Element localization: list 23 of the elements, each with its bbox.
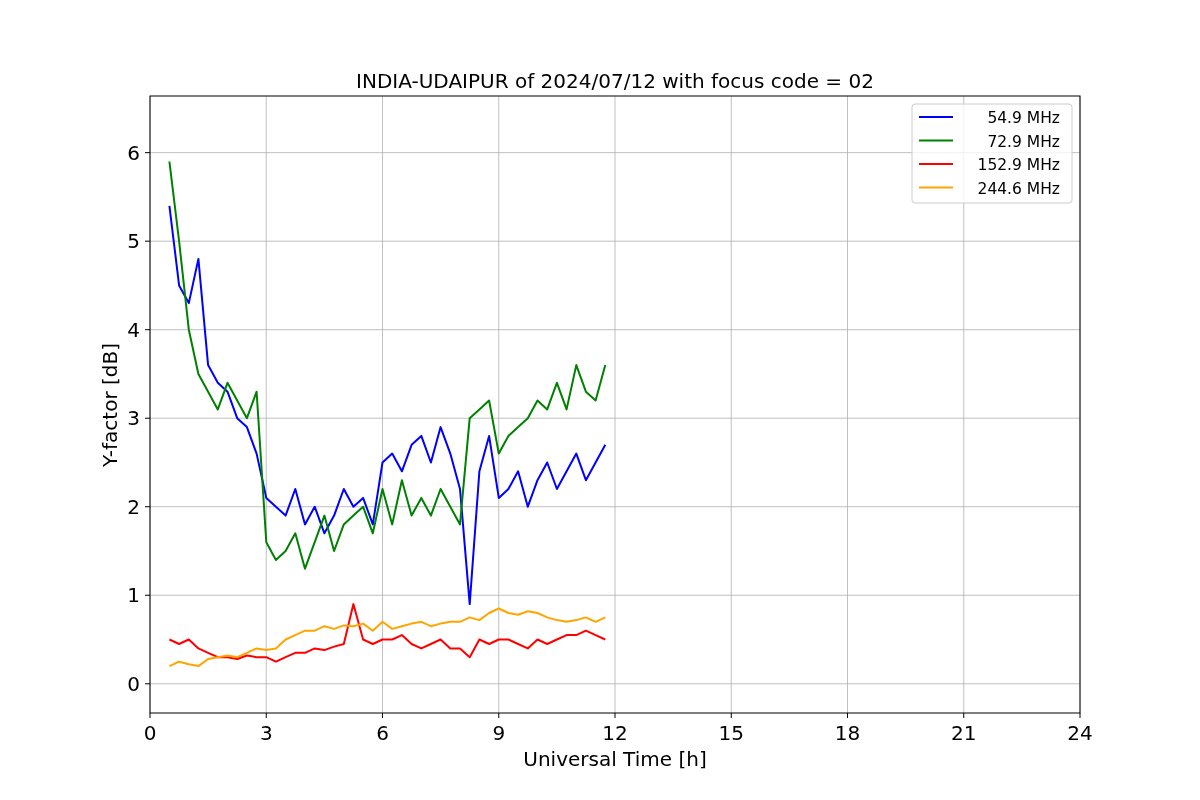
y-tick-label: 2 — [127, 494, 140, 519]
x-tick-label: 0 — [143, 721, 157, 745]
legend-label: 72.9 MHz — [987, 132, 1060, 151]
y-tick-label: 1 — [127, 583, 140, 608]
y-tick-label: 0 — [127, 671, 140, 696]
legend-label: 54.9 MHz — [987, 109, 1060, 127]
x-tick-label: 18 — [834, 721, 861, 745]
x-tick-label: 9 — [492, 721, 506, 745]
x-tick-label: 6 — [376, 721, 389, 745]
y-tick-label: 5 — [127, 229, 140, 254]
x-tick-label: 12 — [602, 721, 628, 745]
legend-label: 152.9 MHz — [977, 156, 1060, 174]
chart-title: INDIA-UDAIPUR of 2024/07/12 with focus code = 02 — [356, 69, 874, 93]
y-tick-label: 4 — [127, 317, 140, 342]
x-axis-label: Universal Time [h] — [523, 747, 707, 771]
y-tick-label: 6 — [127, 140, 140, 165]
y-tick-label: 3 — [127, 406, 140, 431]
x-tick-label: 15 — [718, 721, 744, 745]
x-tick-label: 21 — [951, 721, 977, 745]
legend-label: 244.6 MHz — [977, 179, 1060, 198]
y-axis-label: Y-factor [dB] — [98, 343, 122, 467]
x-tick-label: 24 — [1067, 721, 1093, 745]
x-tick-label: 3 — [259, 721, 273, 745]
